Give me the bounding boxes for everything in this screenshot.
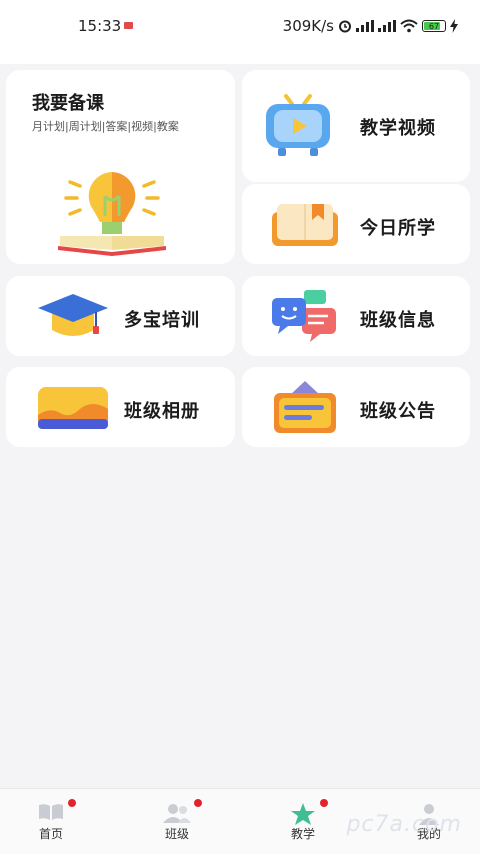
card-lesson-prep[interactable]: 我要备课 月计划|周计划|答案|视频|教案	[6, 70, 235, 264]
tab-home-badge	[68, 799, 76, 807]
signal-icon	[356, 20, 374, 32]
card-today-learned[interactable]: 今日所学	[242, 184, 470, 264]
tab-teaching-label: 教学	[290, 827, 315, 841]
notice-board-icon	[274, 381, 336, 433]
lightbulb-book-icon	[58, 172, 166, 256]
tv-play-icon	[266, 94, 330, 156]
tab-teaching-badge	[320, 799, 328, 807]
charging-icon	[450, 19, 458, 33]
graduation-cap-icon	[38, 294, 108, 336]
status-time: 15:33	[78, 17, 122, 35]
alarm-icon	[339, 20, 351, 33]
training-label: 多宝培训	[124, 310, 200, 331]
class-info-label: 班级信息	[360, 310, 436, 331]
chat-bubbles-icon	[272, 290, 336, 342]
status-right: 309K/s 67	[283, 17, 458, 35]
card-class-album[interactable]: 班级相册	[6, 367, 235, 447]
status-bar: 15:33 309K/s 67	[0, 0, 480, 64]
tab-class-badge	[194, 799, 202, 807]
card-class-info[interactable]: 班级信息	[242, 276, 470, 356]
book-icon	[39, 804, 63, 820]
tab-class[interactable]: 班级	[132, 789, 222, 854]
lesson-prep-subtitle: 月计划|周计划|答案|视频|教案	[32, 120, 179, 133]
signal-icon-2	[378, 20, 396, 32]
tab-home[interactable]: 首页	[6, 789, 96, 854]
class-notice-label: 班级公告	[360, 401, 436, 422]
notification-icon	[124, 22, 133, 29]
card-teaching-video[interactable]: 教学视频	[242, 70, 470, 182]
network-speed: 309K/s	[282, 17, 334, 35]
card-training[interactable]: 多宝培训	[6, 276, 235, 356]
wifi-icon	[400, 19, 418, 33]
class-album-label: 班级相册	[124, 401, 200, 422]
tab-teaching[interactable]: 教学	[258, 789, 348, 854]
open-book-icon	[272, 204, 338, 246]
people-icon	[163, 804, 191, 823]
watermark: pc7a.com	[346, 812, 462, 837]
lesson-prep-title: 我要备课	[32, 93, 104, 114]
battery-icon: 67	[422, 20, 446, 32]
tab-home-label: 首页	[38, 827, 63, 841]
photo-album-icon	[38, 387, 108, 429]
tab-class-label: 班级	[164, 827, 189, 841]
today-learned-label: 今日所学	[360, 218, 436, 239]
star-icon	[291, 803, 315, 825]
card-class-notice[interactable]: 班级公告	[242, 367, 470, 447]
teaching-video-label: 教学视频	[360, 118, 436, 139]
